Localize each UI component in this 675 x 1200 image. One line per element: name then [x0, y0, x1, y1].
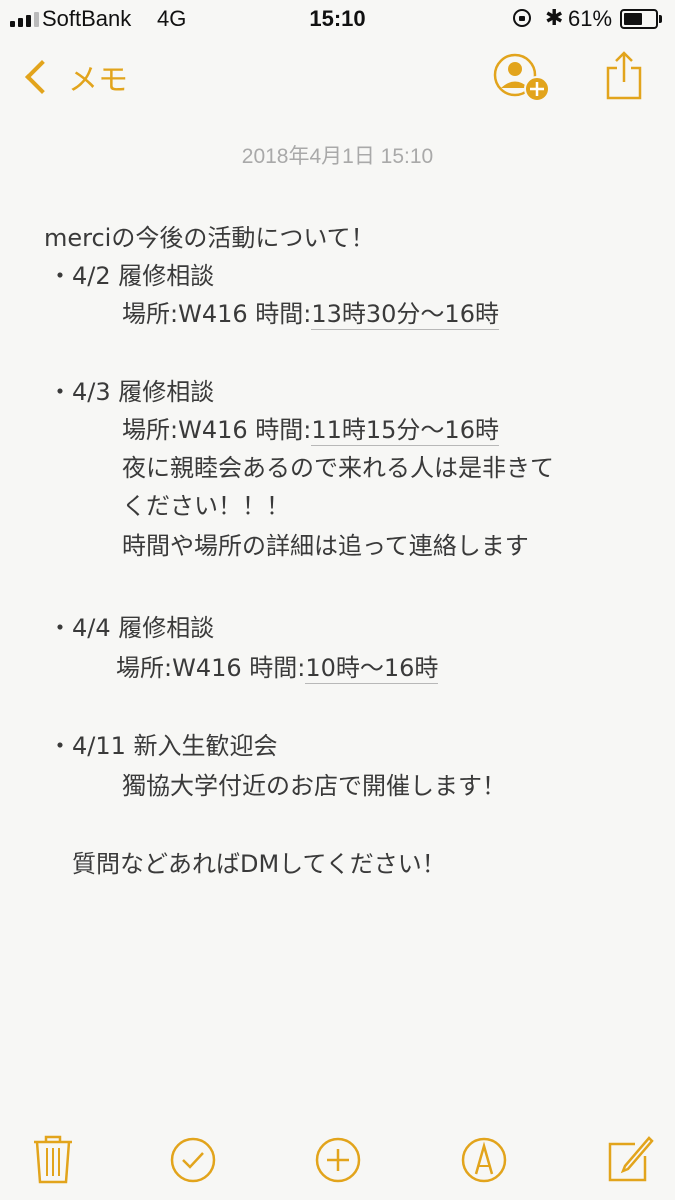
item-4-3-note-2: ください！！！ [122, 492, 290, 520]
item-4-3-time-link[interactable]: 11時15分〜16時 [311, 416, 499, 446]
item-4-2-time-link[interactable]: 13時30分〜16時 [311, 300, 499, 330]
back-button[interactable]: メモ [20, 55, 128, 99]
bluetooth-icon: ✱ [545, 5, 564, 30]
item-4-4-heading: ・4/4 履修相談 [48, 614, 215, 642]
note-date: 2018年4月1日 15:10 [241, 145, 434, 168]
item-4-2-place: 場所:W416 時間: [122, 300, 312, 328]
item-4-11-note: 獨協大学付近のお店で開催します！ [122, 772, 506, 800]
orientation-lock-icon [513, 9, 531, 27]
item-4-3-details: 場所:W416 時間:11時15分〜16時 [122, 410, 499, 450]
checklist-button[interactable] [168, 1130, 218, 1186]
bottom-toolbar [0, 1130, 675, 1190]
item-4-3-place: 場所:W416 時間: [122, 416, 312, 444]
item-4-11-heading: ・4/11 新入生歓迎会 [48, 732, 278, 760]
delete-button[interactable] [28, 1130, 78, 1186]
item-4-2-details: 場所:W416 時間:13時30分〜16時 [122, 294, 499, 334]
battery-icon [620, 9, 658, 29]
battery-percent: 61% [568, 6, 613, 31]
checklist-icon [170, 1137, 216, 1183]
sketch-button[interactable] [459, 1130, 509, 1186]
trash-icon [34, 1135, 72, 1184]
item-4-3-note-3: 時間や場所の詳細は追って連絡します [122, 532, 529, 560]
share-button[interactable] [605, 50, 643, 100]
item-4-4-details: 場所:W416 時間:10時〜16時 [116, 648, 439, 688]
item-4-3-note-1: 夜に親睦会あるので来れる人は是非きて [122, 454, 554, 482]
battery-level [624, 13, 642, 25]
closing-line: 質問などあればDMしてください！ [72, 850, 446, 878]
compose-button[interactable] [605, 1130, 655, 1186]
add-icon [315, 1137, 361, 1183]
item-4-3-heading: ・4/3 履修相談 [48, 378, 215, 406]
compose-icon [608, 1136, 654, 1182]
status-bar: SoftBank 4G 15:10 ✱ 61% [0, 0, 675, 40]
chevron-left-icon [25, 60, 59, 94]
battery-cap [659, 15, 662, 23]
item-4-4-time-link[interactable]: 10時〜16時 [305, 654, 439, 684]
item-4-4-place: 場所:W416 時間: [116, 654, 306, 682]
add-button[interactable] [313, 1130, 363, 1186]
add-people-icon [493, 53, 550, 102]
add-people-button[interactable] [493, 53, 555, 105]
sketch-icon [461, 1137, 507, 1183]
note-title: merciの今後の活動について！ [44, 224, 375, 252]
back-label: メモ [68, 63, 128, 98]
share-icon [606, 51, 642, 100]
nav-bar: メモ [0, 45, 675, 115]
item-4-2-heading: ・4/2 履修相談 [48, 262, 215, 290]
